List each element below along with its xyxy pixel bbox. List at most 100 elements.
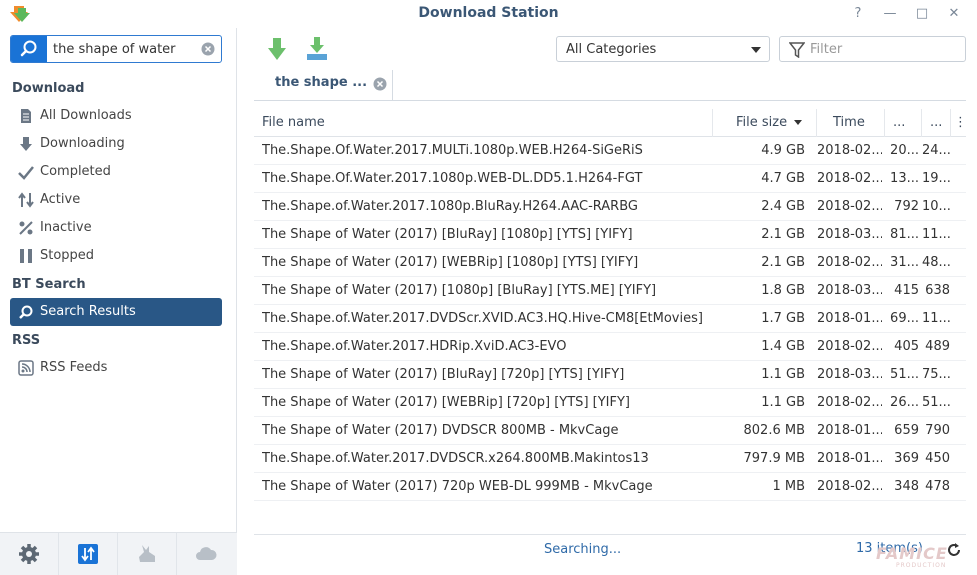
- pause-icon: [20, 249, 32, 263]
- tab-label: the shape ...: [275, 75, 368, 90]
- filter-input[interactable]: [810, 40, 960, 58]
- cell-file-name: The Shape of Water (2017) [BluRay] [1080…: [262, 227, 633, 242]
- search-button[interactable]: [11, 36, 47, 62]
- sidebar-item-stopped[interactable]: Stopped: [10, 242, 222, 270]
- table-row[interactable]: The.Shape.of.Water.2017.DVDScr.XVID.AC3.…: [254, 305, 966, 333]
- checkmark-icon: [18, 166, 34, 180]
- cell-time: 2018-02...: [817, 395, 882, 410]
- cell-file-size: 1.4 GB: [761, 339, 805, 354]
- filter-box: [779, 36, 966, 62]
- minimize-button[interactable]: —: [881, 5, 899, 23]
- cloud-button[interactable]: [177, 533, 236, 575]
- bt-search-section-heading: BT Search: [12, 277, 86, 292]
- maximize-button[interactable]: □: [913, 5, 931, 23]
- cell-file-size: 1.1 GB: [761, 367, 805, 382]
- table-row[interactable]: The Shape of Water (2017) [WEBRip] [720p…: [254, 389, 966, 417]
- column-file-size[interactable]: File size: [712, 109, 816, 137]
- sidebar-item-label: Inactive: [40, 220, 92, 235]
- column-file-size-label: File size: [736, 115, 788, 130]
- search-input[interactable]: [53, 39, 198, 59]
- column-file-name[interactable]: File name: [254, 109, 712, 137]
- cell-seeds: 20...: [890, 143, 919, 158]
- category-selected-value: All Categories: [566, 42, 657, 57]
- sidebar-item-inactive[interactable]: Inactive: [10, 214, 222, 242]
- cell-peers: 450: [925, 451, 950, 466]
- cell-peers: 24...: [922, 143, 950, 158]
- sidebar: Download All Downloads Downloading Compl…: [0, 28, 237, 575]
- sort-descending-icon: [794, 120, 803, 125]
- cell-seeds: 659: [894, 423, 919, 438]
- table-row[interactable]: The.Shape.Of.Water.2017.1080p.WEB-DL.DD5…: [254, 165, 966, 193]
- window-title: Download Station: [418, 5, 559, 21]
- cell-peers: 638: [925, 283, 950, 298]
- cell-file-size: 4.7 GB: [761, 171, 805, 186]
- column-seeds[interactable]: ...: [884, 109, 921, 137]
- cell-file-size: 1.7 GB: [761, 311, 805, 326]
- cell-peers: 11...: [922, 227, 950, 242]
- column-options-icon[interactable]: ⋮: [950, 109, 967, 137]
- cell-time: 2018-03...: [817, 227, 882, 242]
- cell-seeds: 405: [894, 339, 919, 354]
- cell-time: 2018-01...: [817, 423, 882, 438]
- sidebar-item-active[interactable]: Active: [10, 186, 222, 214]
- watermark-logo-text: FAMICE: [876, 544, 948, 563]
- cell-time: 2018-02...: [817, 143, 882, 158]
- cell-file-name: The Shape of Water (2017) [WEBRip] [1080…: [262, 255, 639, 270]
- cell-peers: 489: [925, 339, 950, 354]
- chevron-down-icon: [751, 47, 761, 53]
- cell-time: 2018-03...: [817, 367, 882, 382]
- cell-file-size: 797.9 MB: [743, 451, 805, 466]
- table-row[interactable]: The.Shape.Of.Water.2017.MULTi.1080p.WEB.…: [254, 137, 966, 165]
- table-row[interactable]: The Shape of Water (2017) [BluRay] [1080…: [254, 221, 966, 249]
- table-row[interactable]: The.Shape.of.Water.2017.HDRip.XviD.AC3-E…: [254, 333, 966, 361]
- cell-seeds: 415: [894, 283, 919, 298]
- sidebar-item-downloading[interactable]: Downloading: [10, 130, 222, 158]
- sidebar-item-label: Completed: [40, 164, 111, 179]
- table-row[interactable]: The Shape of Water (2017) [WEBRip] [1080…: [254, 249, 966, 277]
- title-bar: Download Station ? — □ ✕: [0, 0, 977, 28]
- close-button[interactable]: ✕: [945, 5, 963, 23]
- cell-time: 2018-02...: [817, 199, 882, 214]
- transfer-button[interactable]: [59, 533, 118, 575]
- emule-button[interactable]: [118, 533, 177, 575]
- cell-peers: 19...: [922, 171, 950, 186]
- cell-file-name: The.Shape.of.Water.2017.1080p.BluRay.H26…: [262, 199, 638, 214]
- cell-file-name: The.Shape.of.Water.2017.DVDSCR.x264.800M…: [262, 451, 649, 466]
- cell-file-name: The.Shape.Of.Water.2017.MULTi.1080p.WEB.…: [262, 143, 643, 158]
- cell-file-size: 2.4 GB: [761, 199, 805, 214]
- category-select[interactable]: All Categories: [556, 36, 770, 62]
- table-row[interactable]: The Shape of Water (2017) DVDSCR 800MB -…: [254, 417, 966, 445]
- table-row[interactable]: The.Shape.of.Water.2017.DVDSCR.x264.800M…: [254, 445, 966, 473]
- cell-peers: 10...: [922, 199, 950, 214]
- table-row[interactable]: The Shape of Water (2017) 720p WEB-DL 99…: [254, 473, 966, 501]
- document-icon: [21, 109, 31, 123]
- add-download-icon[interactable]: [264, 36, 290, 62]
- cell-seeds: 369: [894, 451, 919, 466]
- sidebar-item-completed[interactable]: Completed: [10, 158, 222, 186]
- column-peers[interactable]: ...: [921, 109, 950, 137]
- funnel-icon: [789, 42, 805, 58]
- help-button[interactable]: ?: [849, 5, 867, 23]
- rss-section-heading: RSS: [12, 333, 41, 348]
- table-row[interactable]: The.Shape.of.Water.2017.1080p.BluRay.H26…: [254, 193, 966, 221]
- watermark-subtext: PRODUCTION: [896, 562, 947, 569]
- cell-file-size: 2.1 GB: [761, 255, 805, 270]
- clear-search-icon[interactable]: [201, 42, 215, 56]
- settings-button[interactable]: [0, 533, 59, 575]
- up-down-arrows-icon: [18, 192, 34, 208]
- cell-file-name: The.Shape.of.Water.2017.HDRip.XviD.AC3-E…: [262, 339, 567, 354]
- cell-file-size: 1 MB: [772, 479, 805, 494]
- cell-file-size: 4.9 GB: [761, 143, 805, 158]
- sidebar-item-all-downloads[interactable]: All Downloads: [10, 102, 222, 130]
- search-box: [10, 35, 222, 63]
- download-to-disk-icon[interactable]: [304, 36, 330, 62]
- sidebar-item-rss-feeds[interactable]: RSS Feeds: [10, 354, 222, 382]
- watermark: FAMICE PRODUCTION: [876, 544, 976, 574]
- table-row[interactable]: The Shape of Water (2017) [BluRay] [720p…: [254, 361, 966, 389]
- close-tab-icon[interactable]: [373, 77, 387, 91]
- cell-seeds: 13...: [890, 171, 919, 186]
- column-time[interactable]: Time: [816, 109, 884, 137]
- tab-search-query[interactable]: the shape ...: [257, 70, 393, 101]
- table-row[interactable]: The Shape of Water (2017) [1080p] [BluRa…: [254, 277, 966, 305]
- sidebar-item-search-results[interactable]: Search Results: [10, 298, 222, 326]
